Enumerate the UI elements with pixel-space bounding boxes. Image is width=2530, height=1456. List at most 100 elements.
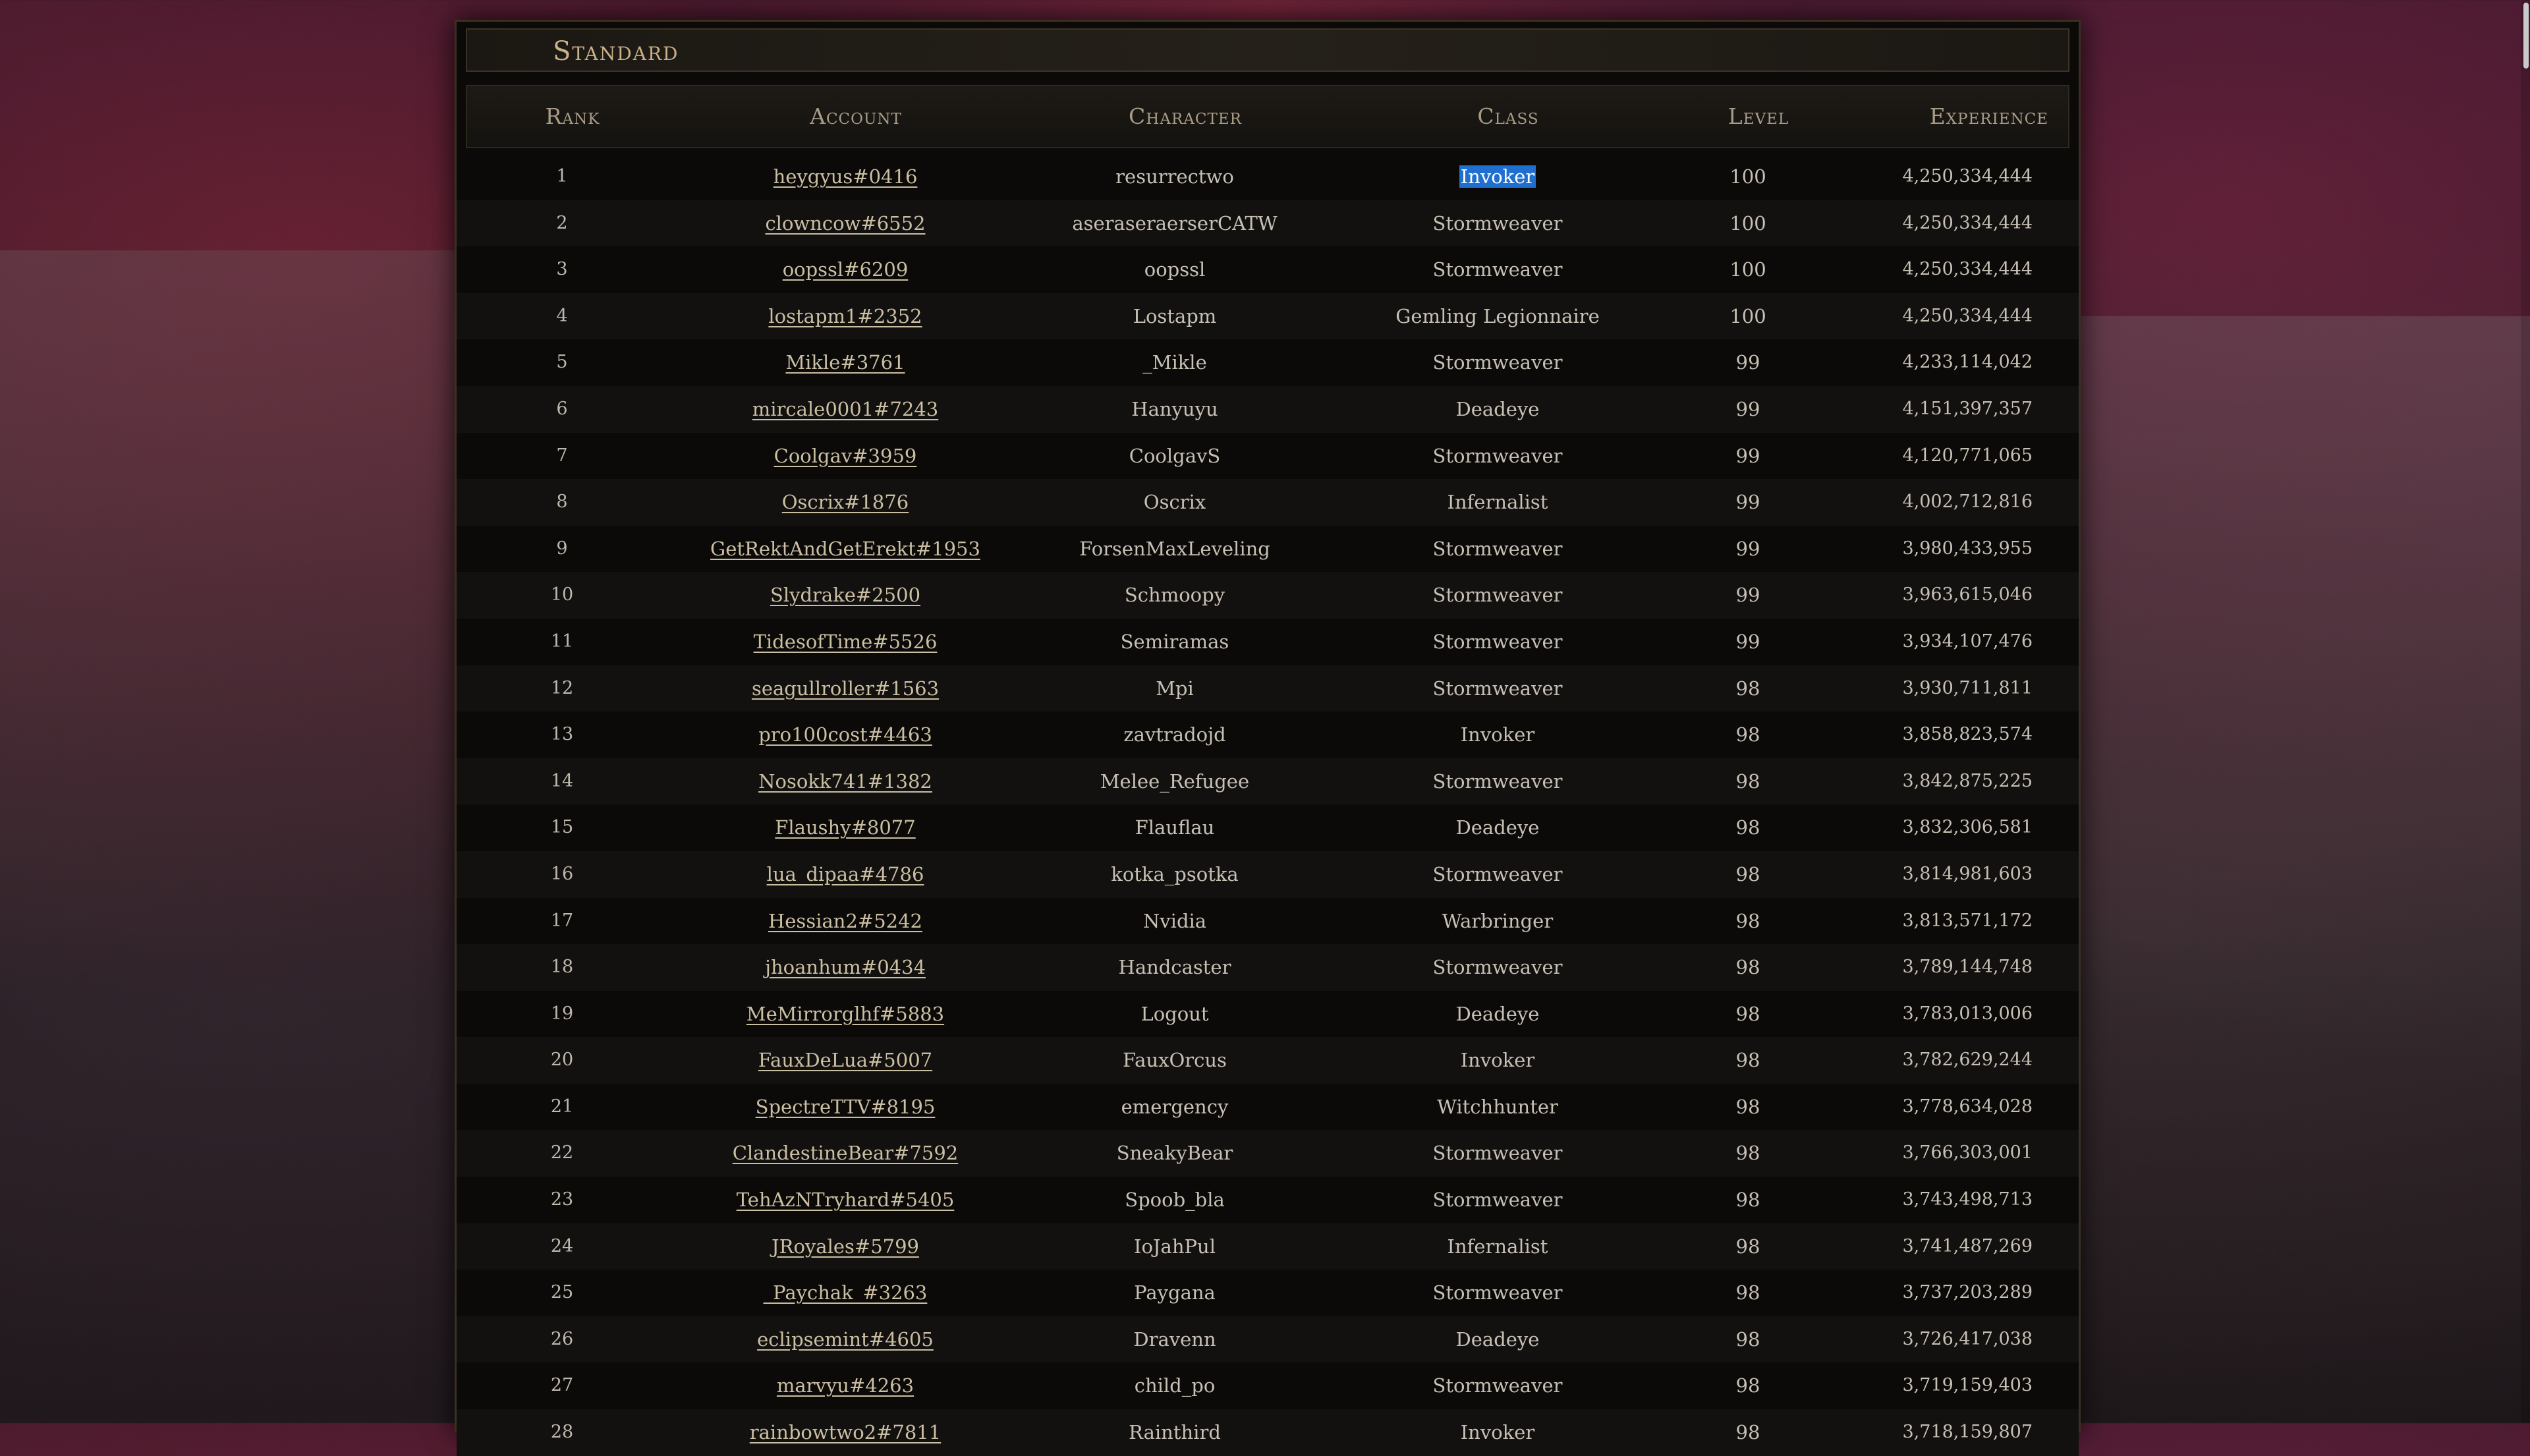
- table-row: 12 seagullroller#1563 Mpi Stormweaver 98 3,93…: [457, 665, 2079, 712]
- account-link[interactable]: clowncow#6552: [765, 212, 925, 235]
- account-link[interactable]: Oscrix#1876: [782, 491, 909, 513]
- class-cell: Stormweaver: [1333, 339, 1662, 385]
- level-cell: 99: [1735, 537, 1760, 560]
- table-row: 25 _Paychak_#3263 Paygana Stormweaver 98 3,73…: [457, 1270, 2079, 1316]
- account-link[interactable]: JRoyales#5799: [772, 1235, 919, 1258]
- class-label: Stormweaver: [1432, 1374, 1563, 1397]
- level-cell: 99: [1735, 397, 1760, 420]
- account-cell: MeMirrorglhf#5883: [681, 991, 1010, 1037]
- character-cell: Schmoopy: [1124, 584, 1225, 607]
- table-row: 4 lostapm1#2352 Lostapm Gemling Legionnaire…: [457, 293, 2079, 340]
- class-label: Invoker: [1460, 1421, 1535, 1444]
- experience-cell: 3,930,711,811: [1902, 677, 2033, 698]
- class-cell: Stormweaver: [1333, 1362, 1662, 1409]
- experience-cell: 3,934,107,476: [1902, 630, 2033, 652]
- account-cell: Coolgav#3959: [681, 433, 1010, 479]
- account-cell: heygyus#0416: [681, 154, 1010, 200]
- rank-cell: 15: [550, 817, 574, 838]
- account-cell: mircale0001#7243: [681, 386, 1010, 432]
- level-cell: 99: [1735, 630, 1760, 653]
- level-cell: 98: [1735, 1142, 1760, 1165]
- account-cell: lua_dipaa#4786: [681, 851, 1010, 897]
- level-cell: 99: [1735, 444, 1760, 467]
- experience-cell: 3,719,159,403: [1902, 1375, 2033, 1396]
- rank-cell: 12: [550, 677, 574, 698]
- class-cell: Stormweaver: [1333, 1177, 1662, 1223]
- account-link[interactable]: MeMirrorglhf#5883: [746, 1003, 944, 1025]
- character-cell: Dravenn: [1133, 1328, 1216, 1351]
- account-link[interactable]: Flaushy#8077: [775, 816, 915, 839]
- account-link[interactable]: lostapm1#2352: [768, 305, 922, 327]
- class-cell: Stormweaver: [1333, 944, 1662, 990]
- column-header-row: Rank Account Character Class Level Exper…: [466, 85, 2069, 148]
- level-cell: 98: [1735, 1095, 1760, 1118]
- account-link[interactable]: eclipsemint#4605: [757, 1328, 934, 1351]
- table-row: 9 GetRektAndGetErekt#1953 ForsenMaxLevelin…: [457, 525, 2079, 573]
- level-cell: 98: [1735, 770, 1760, 793]
- column-header-experience: Experience: [1929, 103, 2048, 129]
- rank-cell: 21: [550, 1096, 574, 1117]
- account-link[interactable]: TidesofTime#5526: [754, 630, 938, 653]
- account-link[interactable]: Hessian2#5242: [768, 910, 922, 932]
- account-link[interactable]: pro100cost#4463: [758, 723, 932, 746]
- account-link[interactable]: seagullroller#1563: [752, 677, 939, 700]
- level-cell: 98: [1735, 862, 1760, 885]
- table-row: 10 Slydrake#2500 Schmoopy Stormweaver 99 3,96…: [457, 572, 2079, 619]
- account-cell: marvyu#4263: [681, 1362, 1010, 1409]
- class-label: Stormweaver: [1432, 444, 1563, 467]
- account-link[interactable]: Slydrake#2500: [770, 584, 920, 606]
- class-label: Stormweaver: [1432, 630, 1563, 653]
- rank-cell: 5: [556, 352, 568, 373]
- character-cell: Paygana: [1134, 1281, 1216, 1304]
- account-link[interactable]: oopssl#6209: [783, 258, 909, 281]
- class-cell: Deadeye: [1333, 804, 1662, 851]
- class-cell: Invoker: [1333, 712, 1662, 758]
- level-cell: 98: [1735, 677, 1760, 700]
- account-link[interactable]: Mikle#3761: [785, 351, 905, 374]
- character-cell: resurrectwo: [1115, 165, 1234, 188]
- class-label: Stormweaver: [1432, 1142, 1563, 1165]
- account-link[interactable]: lua_dipaa#4786: [767, 863, 924, 885]
- class-label: Stormweaver: [1432, 1281, 1563, 1304]
- account-link[interactable]: FauxDeLua#5007: [758, 1049, 932, 1071]
- account-link[interactable]: ClandestineBear#7592: [733, 1142, 959, 1164]
- account-link[interactable]: TehAzNTryhard#5405: [737, 1189, 955, 1211]
- level-cell: 98: [1735, 1374, 1760, 1397]
- experience-cell: 3,813,571,172: [1902, 910, 2033, 931]
- table-row: 23 TehAzNTryhard#5405 Spoob_bla Stormweaver…: [457, 1177, 2079, 1223]
- account-cell: eclipsemint#4605: [681, 1316, 1010, 1362]
- account-link[interactable]: marvyu#4263: [777, 1374, 914, 1397]
- level-cell: 99: [1735, 584, 1760, 607]
- account-link[interactable]: Coolgav#3959: [774, 445, 917, 467]
- account-link[interactable]: jhoanhum#0434: [765, 956, 926, 978]
- account-cell: JRoyales#5799: [681, 1223, 1010, 1270]
- rank-cell: 25: [550, 1282, 574, 1303]
- level-cell: 98: [1735, 1281, 1760, 1304]
- account-cell: SpectreTTV#8195: [681, 1084, 1010, 1130]
- account-link[interactable]: Nosokk741#1382: [758, 770, 932, 793]
- level-cell: 98: [1735, 956, 1760, 979]
- rank-cell: 14: [550, 770, 574, 791]
- table-row: 5 Mikle#3761 _Mikle Stormweaver 99 4,233,114,…: [457, 339, 2079, 386]
- account-cell: FauxDeLua#5007: [681, 1037, 1010, 1083]
- account-cell: pro100cost#4463: [681, 712, 1010, 758]
- column-header-class: Class: [1477, 103, 1539, 129]
- account-cell: Mikle#3761: [681, 339, 1010, 385]
- level-cell: 100: [1729, 211, 1766, 235]
- account-link[interactable]: mircale0001#7243: [752, 398, 939, 420]
- class-cell: Stormweaver: [1333, 758, 1662, 804]
- account-link[interactable]: SpectreTTV#8195: [756, 1096, 936, 1118]
- scrollbar-thumb[interactable]: [2523, 3, 2529, 69]
- level-cell: 98: [1735, 1002, 1760, 1025]
- character-cell: ForsenMaxLeveling: [1079, 537, 1270, 560]
- account-link[interactable]: _Paychak_#3263: [764, 1281, 928, 1304]
- account-link[interactable]: rainbowtwo2#7811: [750, 1421, 941, 1443]
- rank-cell: 4: [556, 305, 568, 326]
- account-link[interactable]: GetRektAndGetErekt#1953: [710, 538, 980, 560]
- table-row: 28 rainbowtwo2#7811 Rainthird Invoker 98 3,71…: [457, 1409, 2079, 1456]
- page-scrollbar[interactable]: [2521, 0, 2530, 1423]
- account-link[interactable]: heygyus#0416: [773, 165, 918, 188]
- experience-cell: 4,250,334,444: [1902, 212, 2033, 233]
- rank-cell: 6: [556, 398, 568, 419]
- account-cell: Oscrix#1876: [681, 479, 1010, 525]
